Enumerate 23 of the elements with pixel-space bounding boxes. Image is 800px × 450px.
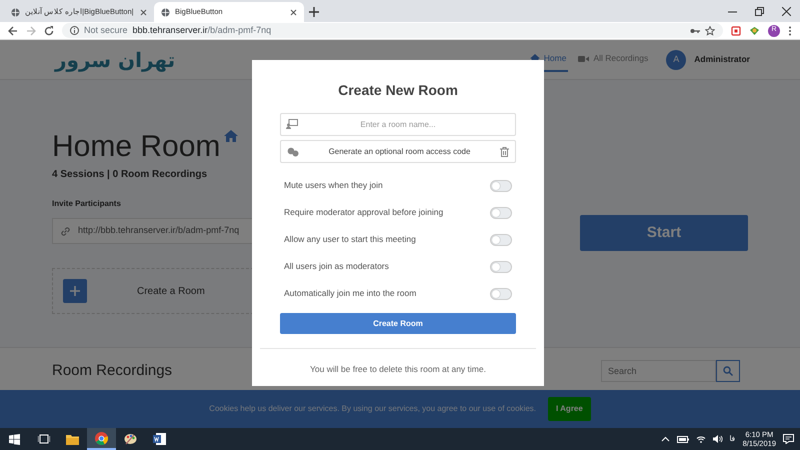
setting-label: Allow any user to start this meeting [284,233,416,246]
dialog-footer-note: You will be free to delete this room at any time. [260,348,536,376]
cookie-notice: Cookies help us deliver our services. By using our services, you agree to our use of cookies. [209,403,536,415]
start-button[interactable]: Start [580,215,748,251]
site-logo[interactable]: تهران سرور [55,44,176,74]
nav-link[interactable]: All Recordings [576,48,650,72]
security-label: Not secure [84,24,128,37]
room-title: Home Room [52,130,220,163]
search-field[interactable]: Search [601,360,716,382]
invite-label: Invite Participants [52,198,121,210]
section-heading: Room Recordings [52,361,172,381]
user-name[interactable]: Administrator [694,53,750,66]
room-stats: 4 Sessions | 0 Room Recordings [52,168,208,182]
create-room-button[interactable]: Create Room [280,313,516,334]
user-avatar[interactable]: A [666,50,686,70]
access-code-field[interactable]: Generate an optional room access code [280,140,516,163]
setting-label: Mute users when they join [284,179,383,192]
url-text[interactable]: bbb.tehranserver.ir/b/adm-pmf-7nq [132,24,272,38]
room-name-field[interactable]: Enter a room name... [280,113,516,136]
setting-label: Automatically join me into the room [284,287,416,300]
setting-label: Require moderator approval before joining [284,206,444,219]
dialog-title: Create New Room [337,81,459,100]
agree-button[interactable]: I Agree [548,397,591,421]
